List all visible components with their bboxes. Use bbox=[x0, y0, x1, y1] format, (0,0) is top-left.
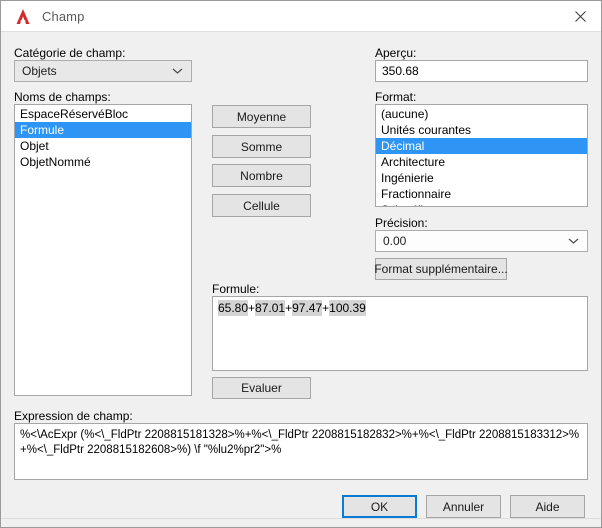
somme-button[interactable]: Somme bbox=[212, 135, 311, 158]
title-separator bbox=[1, 31, 601, 32]
expression-textbox[interactable]: %<\AcExpr (%<\_FldPtr 2208815181328>%+%<… bbox=[14, 423, 588, 480]
formula-field-token[interactable]: 100.39 bbox=[329, 300, 366, 316]
chevron-down-icon bbox=[568, 238, 579, 245]
format-item[interactable]: Unités courantes bbox=[376, 122, 587, 138]
field-names-label: Noms de champs: bbox=[14, 90, 111, 104]
ok-button[interactable]: OK bbox=[342, 495, 417, 518]
format-label: Format: bbox=[375, 90, 417, 104]
field-names-item[interactable]: Formule bbox=[15, 122, 191, 138]
format-item[interactable]: Ingénierie bbox=[376, 170, 587, 186]
format-item[interactable]: Architecture bbox=[376, 154, 587, 170]
formula-field-token[interactable]: 97.47 bbox=[292, 300, 323, 316]
category-value: Objets bbox=[22, 64, 57, 78]
precision-value: 0.00 bbox=[383, 234, 407, 248]
formula-editor[interactable]: 65.80+87.01+97.47+100.39 bbox=[212, 296, 588, 371]
field-names-listbox[interactable]: EspaceRéservéBloc Formule Objet ObjetNom… bbox=[14, 104, 192, 396]
format-item[interactable]: Fractionnaire bbox=[376, 186, 587, 202]
expression-label: Expression de champ: bbox=[14, 409, 133, 423]
format-listbox[interactable]: (aucune) Unités courantes Décimal Archit… bbox=[375, 104, 588, 207]
cellule-button[interactable]: Cellule bbox=[212, 194, 311, 217]
preview-label: Aperçu: bbox=[375, 46, 417, 60]
precision-label: Précision: bbox=[375, 216, 428, 230]
evaluer-button[interactable]: Evaluer bbox=[212, 377, 311, 399]
moyenne-button[interactable]: Moyenne bbox=[212, 105, 311, 128]
formula-field-token[interactable]: 65.80 bbox=[218, 300, 249, 316]
footer-band bbox=[1, 519, 601, 527]
additional-format-button[interactable]: Format supplémentaire... bbox=[374, 258, 508, 280]
field-dialog: Champ Catégorie de champ: Objets Noms de… bbox=[0, 0, 602, 528]
window-title: Champ bbox=[42, 9, 85, 24]
formula-field-token[interactable]: 87.01 bbox=[255, 300, 286, 316]
chevron-down-icon bbox=[172, 68, 183, 75]
formula-label: Formule: bbox=[212, 282, 260, 296]
field-names-item[interactable]: EspaceRéservéBloc bbox=[15, 106, 191, 122]
field-names-item[interactable]: ObjetNommé bbox=[15, 154, 191, 170]
preview-value: 350.68 bbox=[375, 60, 588, 82]
category-dropdown[interactable]: Objets bbox=[14, 60, 192, 82]
precision-dropdown[interactable]: 0.00 bbox=[375, 230, 588, 252]
category-label: Catégorie de champ: bbox=[14, 46, 126, 60]
format-item[interactable]: Décimal bbox=[376, 138, 587, 154]
format-item[interactable]: (aucune) bbox=[376, 106, 587, 122]
format-item[interactable]: Scientifique bbox=[376, 202, 587, 206]
cancel-button[interactable]: Annuler bbox=[426, 495, 501, 518]
close-icon[interactable] bbox=[557, 1, 601, 31]
help-button[interactable]: Aide bbox=[510, 495, 585, 518]
field-names-item[interactable]: Objet bbox=[15, 138, 191, 154]
title-bar: Champ bbox=[1, 1, 601, 32]
formula-operator: + bbox=[248, 301, 256, 315]
autocad-a-logo-icon bbox=[12, 7, 34, 27]
nombre-button[interactable]: Nombre bbox=[212, 164, 311, 187]
